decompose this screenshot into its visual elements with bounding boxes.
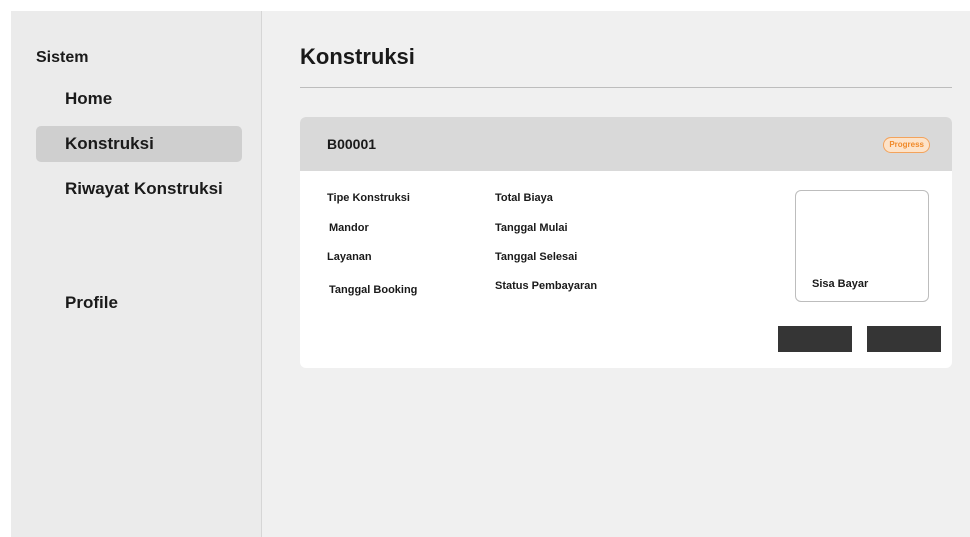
sisa-bayar-box: Sisa Bayar: [795, 190, 929, 302]
sidebar: Sistem Home Konstruksi Riwayat Konstruks…: [11, 11, 262, 537]
status-badge: Progress: [883, 137, 930, 153]
mandor-label: Mandor: [329, 222, 369, 234]
layanan-label: Layanan: [327, 251, 372, 263]
page-title: Konstruksi: [300, 44, 415, 69]
sisa-bayar-label: Sisa Bayar: [812, 278, 869, 290]
card-action-button-2[interactable]: [867, 326, 941, 352]
tanggal-mulai-label: Tanggal Mulai: [495, 222, 568, 234]
construction-card: B00001 Progress Tipe Konstruksi Mandor L…: [300, 117, 952, 368]
sidebar-item-home[interactable]: Home: [36, 81, 242, 117]
app-frame: Sistem Home Konstruksi Riwayat Konstruks…: [11, 11, 970, 537]
sidebar-item-label: Riwayat Konstruksi: [65, 179, 223, 198]
sidebar-brand: Sistem: [36, 49, 89, 66]
tanggal-booking-label: Tanggal Booking: [329, 284, 418, 296]
sidebar-item-label: Home: [65, 89, 113, 108]
sidebar-item-profile[interactable]: Profile: [36, 285, 242, 321]
status-pembayaran-label: Status Pembayaran: [495, 280, 598, 292]
tanggal-selesai-label: Tanggal Selesai: [495, 251, 578, 263]
booking-code: B00001: [327, 136, 377, 152]
sidebar-item-riwayat-konstruksi[interactable]: Riwayat Konstruksi: [36, 171, 242, 207]
title-divider: [300, 87, 952, 88]
sidebar-item-label: Profile: [65, 293, 118, 312]
total-biaya-label: Total Biaya: [495, 192, 553, 204]
card-action-button-1[interactable]: [778, 326, 852, 352]
sidebar-item-label: Konstruksi: [65, 134, 154, 153]
tipe-konstruksi-label: Tipe Konstruksi: [327, 192, 410, 204]
card-header: B00001 Progress: [300, 117, 952, 171]
sidebar-item-konstruksi[interactable]: Konstruksi: [36, 126, 242, 162]
